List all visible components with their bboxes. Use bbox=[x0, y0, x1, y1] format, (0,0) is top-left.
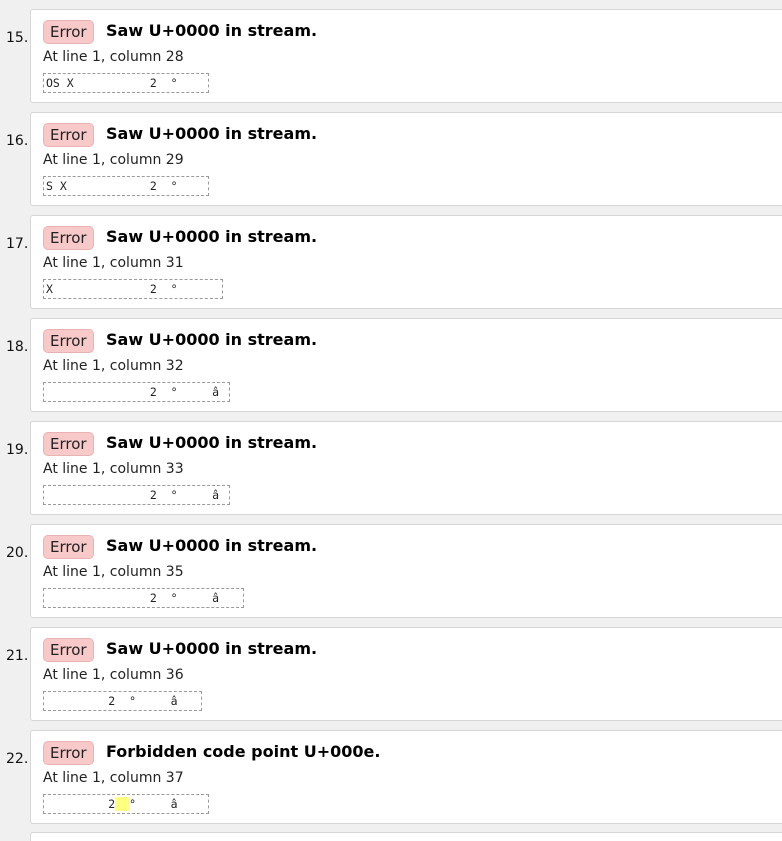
error-location: At line 1, column 36 bbox=[43, 667, 184, 683]
error-card: Error Saw U+0000 in stream. At line 1, c… bbox=[30, 421, 782, 515]
error-message: Saw U+0000 in stream. bbox=[106, 227, 318, 246]
error-item: 20. Error Saw U+0000 in stream. At line … bbox=[0, 524, 782, 622]
error-badge: Error bbox=[43, 123, 94, 147]
error-message: Saw U+0000 in stream. bbox=[106, 433, 318, 452]
error-item: 22. Error Forbidden code point U+000e. A… bbox=[0, 730, 782, 828]
code-extract: S X 2 ° bbox=[43, 176, 209, 196]
error-number: 19. bbox=[6, 442, 29, 458]
error-location: At line 1, column 31 bbox=[43, 255, 184, 271]
error-badge: Error bbox=[43, 329, 94, 353]
error-badge: Error bbox=[43, 741, 94, 765]
code-extract: 2 ° â bbox=[43, 691, 202, 711]
error-number: 15. bbox=[6, 30, 29, 46]
error-badge: Error bbox=[43, 535, 94, 559]
error-card: Error Forbidden code point U+000e. At li… bbox=[30, 730, 782, 824]
code-extract: OS X 2 ° bbox=[43, 73, 209, 93]
error-message: Saw U+0000 in stream. bbox=[106, 639, 318, 658]
error-location: At line 1, column 33 bbox=[43, 461, 184, 477]
error-card: Error Saw U+0000 in stream. At line 1, c… bbox=[30, 215, 782, 309]
code-extract: 2 ° â bbox=[43, 588, 244, 608]
error-card: Error Saw U+0000 in stream. At line 1, c… bbox=[30, 524, 782, 618]
error-card: Error Saw U+0000 in stream. At line 1, c… bbox=[30, 9, 782, 103]
error-item: 18. Error Saw U+0000 in stream. At line … bbox=[0, 318, 782, 416]
error-card: Error Saw U+0000 in stream. At line 1, c… bbox=[30, 112, 782, 206]
error-item: 15. Error Saw U+0000 in stream. At line … bbox=[0, 9, 782, 107]
error-location: At line 1, column 37 bbox=[43, 770, 184, 786]
error-list: 15. Error Saw U+0000 in stream. At line … bbox=[0, 0, 782, 841]
error-location: At line 1, column 28 bbox=[43, 49, 184, 65]
error-message: Forbidden code point U+000e. bbox=[106, 742, 381, 761]
next-error-card bbox=[30, 832, 782, 841]
extract-highlight bbox=[115, 797, 130, 811]
error-message: Saw U+0000 in stream. bbox=[106, 21, 318, 40]
error-location: At line 1, column 35 bbox=[43, 564, 184, 580]
extract-before: 2 bbox=[46, 797, 116, 811]
code-extract: 2 ° â bbox=[43, 485, 230, 505]
error-number: 18. bbox=[6, 339, 29, 355]
error-number: 16. bbox=[6, 133, 29, 149]
error-number: 21. bbox=[6, 648, 29, 664]
error-item: 21. Error Saw U+0000 in stream. At line … bbox=[0, 627, 782, 725]
error-badge: Error bbox=[43, 432, 94, 456]
error-number: 17. bbox=[6, 236, 29, 252]
error-badge: Error bbox=[43, 226, 94, 250]
error-item: 17. Error Saw U+0000 in stream. At line … bbox=[0, 215, 782, 313]
error-number: 22. bbox=[6, 751, 29, 767]
error-item: 19. Error Saw U+0000 in stream. At line … bbox=[0, 421, 782, 519]
error-card: Error Saw U+0000 in stream. At line 1, c… bbox=[30, 627, 782, 721]
error-badge: Error bbox=[43, 20, 94, 44]
code-extract: 2 ° â T bbox=[43, 794, 209, 814]
error-location: At line 1, column 32 bbox=[43, 358, 184, 374]
code-extract: X 2 ° bbox=[43, 279, 223, 299]
error-message: Saw U+0000 in stream. bbox=[106, 124, 318, 143]
extract-after: ° â T bbox=[129, 797, 178, 811]
error-message: Saw U+0000 in stream. bbox=[106, 330, 318, 349]
error-badge: Error bbox=[43, 638, 94, 662]
error-card: Error Saw U+0000 in stream. At line 1, c… bbox=[30, 318, 782, 412]
error-message: Saw U+0000 in stream. bbox=[106, 536, 318, 555]
error-number: 20. bbox=[6, 545, 29, 561]
code-extract: 2 ° â bbox=[43, 382, 230, 402]
error-item: 16. Error Saw U+0000 in stream. At line … bbox=[0, 112, 782, 210]
error-location: At line 1, column 29 bbox=[43, 152, 184, 168]
